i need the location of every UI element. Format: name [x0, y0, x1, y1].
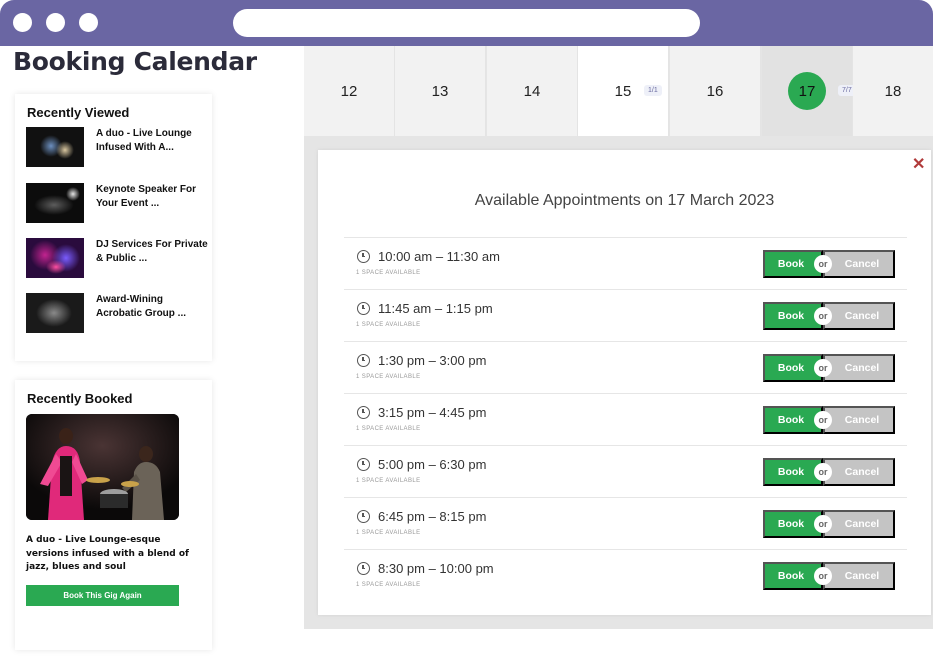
appointment-slot: 11:45 am – 1:15 pm 1 SPACE AVAILABLE Boo…	[344, 289, 907, 341]
calendar-day-15[interactable]: 15 1/1	[578, 46, 669, 136]
slot-space-available: 1 SPACE AVAILABLE	[356, 374, 421, 380]
browser-title-bar	[0, 0, 933, 46]
recently-booked-card: Recently Booked A duo - Live Lounge-esqu…	[15, 380, 212, 650]
recently-viewed-item-title[interactable]: Award-Wining Acrobatic Group ...	[96, 293, 208, 320]
day-number: 17	[798, 82, 816, 100]
page-title: Booking Calendar	[13, 47, 257, 76]
acrobatic-thumbnail-image[interactable]	[26, 293, 84, 333]
calendar-day-12[interactable]: 12	[304, 46, 395, 136]
day-number: 15	[614, 82, 632, 100]
window-close-dot-icon[interactable]	[13, 13, 32, 32]
calendar-day-18[interactable]: 18	[853, 46, 933, 136]
duo-performers-illustration	[26, 414, 179, 520]
window-maximize-dot-icon[interactable]	[79, 13, 98, 32]
clock-icon	[357, 302, 370, 315]
or-badge: or	[814, 463, 832, 481]
slot-time: 3:15 pm – 4:45 pm	[378, 405, 487, 420]
cancel-button[interactable]: Cancel	[823, 250, 895, 278]
slot-time: 10:00 am – 11:30 am	[378, 249, 500, 264]
cancel-button[interactable]: Cancel	[823, 562, 895, 590]
cancel-button[interactable]: Cancel	[823, 302, 895, 330]
recently-viewed-item-title[interactable]: A duo - Live Lounge Infused With A...	[96, 127, 208, 154]
slot-time: 5:00 pm – 6:30 pm	[378, 457, 487, 472]
calendar-day-13[interactable]: 13	[395, 46, 486, 136]
day-number: 18	[884, 82, 902, 100]
slot-space-available: 1 SPACE AVAILABLE	[356, 478, 421, 484]
window-minimize-dot-icon[interactable]	[46, 13, 65, 32]
cancel-button[interactable]: Cancel	[823, 510, 895, 538]
slot-space-available: 1 SPACE AVAILABLE	[356, 270, 421, 276]
appointment-slot: 1:30 pm – 3:00 pm 1 SPACE AVAILABLE Book…	[344, 341, 907, 393]
or-badge: or	[814, 255, 832, 273]
appointments-modal: ✕ Available Appointments on 17 March 202…	[318, 150, 931, 615]
cancel-button[interactable]: Cancel	[823, 458, 895, 486]
keynote-thumbnail-image[interactable]	[26, 183, 84, 223]
or-badge: or	[814, 567, 832, 585]
day-number: 14	[523, 82, 541, 100]
slot-time: 6:45 pm – 8:15 pm	[378, 509, 487, 524]
modal-title: Available Appointments on 17 March 2023	[474, 192, 775, 209]
clock-icon	[357, 458, 370, 471]
slot-space-available: 1 SPACE AVAILABLE	[356, 530, 421, 536]
slot-space-available: 1 SPACE AVAILABLE	[356, 426, 421, 432]
recently-viewed-item-title[interactable]: Keynote Speaker For Your Event ...	[96, 183, 208, 210]
calendar-day-17-selected[interactable]: 17 7/7	[762, 46, 856, 136]
slot-time: 11:45 am – 1:15 pm	[378, 301, 493, 316]
booked-description: A duo - Live Lounge-esque versions infus…	[26, 535, 189, 572]
recently-viewed-heading: Recently Viewed	[27, 105, 130, 120]
slot-space-available: 1 SPACE AVAILABLE	[356, 322, 421, 328]
performance-thumbnail-image[interactable]	[26, 127, 84, 167]
cancel-button[interactable]: Cancel	[823, 406, 895, 434]
appointment-slot: 10:00 am – 11:30 am 1 SPACE AVAILABLE Bo…	[344, 237, 907, 289]
slot-time: 1:30 pm – 3:00 pm	[378, 353, 487, 368]
recently-booked-heading: Recently Booked	[27, 391, 133, 406]
recently-viewed-card: Recently Viewed A duo - Live Lounge Infu…	[15, 94, 212, 361]
close-icon[interactable]: ✕	[912, 154, 925, 174]
clock-icon	[357, 562, 370, 575]
clock-icon	[357, 510, 370, 523]
dj-thumbnail-image[interactable]	[26, 238, 84, 278]
booked-performance-image[interactable]	[26, 414, 179, 520]
recently-viewed-item[interactable]: DJ Services For Private & Public ...	[26, 238, 208, 282]
or-badge: or	[814, 515, 832, 533]
day-number: 16	[706, 82, 724, 100]
address-bar[interactable]	[233, 9, 700, 37]
clock-icon	[357, 406, 370, 419]
appointment-slot: 5:00 pm – 6:30 pm 1 SPACE AVAILABLE Book…	[344, 445, 907, 497]
day-number: 12	[340, 82, 358, 100]
or-badge: or	[814, 359, 832, 377]
appointment-slot: 3:15 pm – 4:45 pm 1 SPACE AVAILABLE Book…	[344, 393, 907, 445]
calendar-day-14[interactable]: 14	[487, 46, 578, 136]
clock-icon	[357, 354, 370, 367]
recently-viewed-item[interactable]: Keynote Speaker For Your Event ...	[26, 183, 208, 227]
appointment-slot: 6:45 pm – 8:15 pm 1 SPACE AVAILABLE Book…	[344, 497, 907, 549]
cancel-button[interactable]: Cancel	[823, 354, 895, 382]
appointment-slot: 8:30 pm – 10:00 pm 1 SPACE AVAILABLE Boo…	[344, 549, 907, 601]
calendar-day-16[interactable]: 16	[670, 46, 761, 136]
slot-space-available: 1 SPACE AVAILABLE	[356, 582, 421, 588]
clock-icon	[357, 250, 370, 263]
or-badge: or	[814, 307, 832, 325]
recently-viewed-item[interactable]: A duo - Live Lounge Infused With A...	[26, 127, 208, 171]
book-this-gig-again-button[interactable]: Book This Gig Again	[26, 585, 179, 606]
slot-time: 8:30 pm – 10:00 pm	[378, 561, 494, 576]
recently-viewed-item-title[interactable]: DJ Services For Private & Public ...	[96, 238, 208, 265]
or-badge: or	[814, 411, 832, 429]
availability-badge: 1/1	[644, 85, 662, 96]
selected-day-circle: 17	[788, 72, 826, 110]
recently-viewed-item[interactable]: Award-Wining Acrobatic Group ...	[26, 293, 208, 337]
day-number: 13	[431, 82, 449, 100]
